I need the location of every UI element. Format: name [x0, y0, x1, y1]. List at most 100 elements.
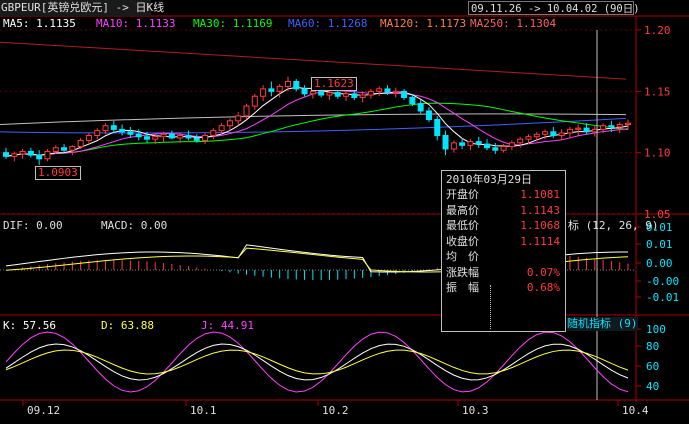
candle-body: [508, 142, 515, 148]
candle-body: [235, 115, 242, 122]
candle-body: [135, 133, 142, 138]
candle-body: [625, 122, 631, 125]
candle-body: [276, 85, 283, 92]
info-value: 1.1143: [520, 203, 560, 217]
candle-body: [69, 146, 76, 151]
info-key: 最高价: [446, 203, 479, 217]
kdj-legend-item-2: J: 44.91: [201, 319, 254, 332]
candle-body: [160, 133, 167, 138]
candle-body: [500, 146, 507, 151]
candle-body: [260, 88, 267, 97]
candle-body: [367, 90, 374, 96]
ma-legend-item-5: MA250: 1.1304: [470, 17, 557, 30]
info-row: 最低价 1.1068: [446, 219, 564, 233]
candle-body: [284, 81, 291, 87]
candle-body: [425, 110, 432, 121]
candle-body: [326, 92, 333, 96]
candle-body: [517, 138, 524, 144]
candle-body: [102, 125, 109, 132]
candle-body: [301, 88, 308, 95]
kdj-tick-label: 100: [646, 323, 666, 336]
info-key: 收盘价: [446, 234, 479, 248]
candle-body: [542, 131, 549, 135]
candle-body: [575, 127, 582, 130]
candle-body: [351, 93, 358, 98]
k-line: [5, 343, 629, 381]
price-tick-label: 1.20: [644, 24, 671, 37]
info-row: 振 幅 0.68%: [446, 281, 564, 295]
ma-legend-item-4: MA120: 1.1173: [380, 17, 467, 30]
candle-body: [11, 153, 18, 157]
candle-body: [533, 133, 540, 138]
candle-body: [334, 92, 341, 97]
candle-body: [36, 154, 43, 160]
chart-canvas[interactable]: 1.20 1.15 1.10 1.05 0.01 0.01 0.00 -0.00 -0.01 10…: [0, 0, 689, 421]
macd-tick-label: 0.01: [646, 238, 673, 251]
x-tick-label: 10.2: [322, 404, 349, 417]
kdj-legend-item-0: K: 57.56: [3, 319, 56, 332]
kdj-indicator-tag[interactable]: 随机指标 (9): [567, 317, 638, 331]
candle-body: [202, 134, 209, 141]
candle-body: [77, 139, 84, 148]
candle-body: [152, 136, 159, 140]
info-value: 1.1081: [520, 188, 560, 201]
stock-chart-svg[interactable]: 1.201.151.101.050.010.010.00-0.00-0.0110…: [0, 0, 689, 421]
x-tick-label: 10.3: [462, 404, 489, 417]
candle-body: [484, 143, 491, 149]
candle-body: [459, 142, 466, 146]
info-row: 均 价: [446, 250, 564, 264]
kdj-tick-label: 40: [646, 380, 659, 393]
macd-tick-label: 0.00: [646, 257, 673, 270]
info-value: 1.1068: [520, 219, 560, 232]
candle-body: [467, 141, 474, 146]
macd-tick-label: -0.00: [646, 275, 679, 288]
macd-legend-item-0: DIF: 0.00: [3, 219, 63, 232]
candle-body: [3, 152, 9, 157]
kdj-legend-item-1: D: 63.88: [101, 319, 154, 332]
info-row: 最高价 1.1143: [446, 204, 564, 218]
ma-legend-item-1: MA10: 1.1133: [96, 17, 176, 30]
candle-body: [442, 134, 449, 150]
ma-legend-item-0: MA5: 1.1135: [3, 17, 76, 30]
candle-body: [392, 90, 399, 94]
info-key: 振 幅: [446, 281, 479, 294]
info-row: 收盘价 1.1114: [446, 235, 564, 249]
info-value: 0.68%: [526, 281, 560, 294]
info-key: 均 价: [446, 250, 479, 263]
candle-body: [343, 93, 350, 97]
candle-body: [143, 136, 150, 140]
info-key: 最低价: [446, 219, 479, 232]
info-value: 1.1114: [520, 234, 560, 248]
candle-body: [525, 136, 532, 140]
candle-body: [359, 94, 366, 98]
date-range[interactable]: 09.11.26 -> 10.04.02 (90日): [468, 1, 640, 15]
price-tick-label: 1.15: [644, 85, 671, 98]
candle-body: [376, 88, 383, 92]
candle-body: [434, 119, 441, 136]
kdj-tick-label: 80: [646, 340, 659, 353]
candle-body: [450, 142, 457, 150]
candle-body: [19, 150, 26, 155]
candle-body: [384, 88, 391, 94]
candle-body: [193, 137, 200, 141]
macd-params: 标 (12, 26, 9): [568, 219, 659, 232]
candle-body: [168, 133, 175, 139]
candle-body: [550, 131, 557, 136]
low-price-label: 1.0903: [35, 166, 81, 180]
candle-body: [401, 90, 408, 98]
info-row: 开盘价 1.1081: [446, 188, 564, 202]
candle-body: [608, 125, 615, 128]
candle-body: [218, 125, 225, 132]
candle-body: [243, 105, 250, 117]
candle-body: [475, 141, 482, 145]
ma-legend-item-3: MA60: 1.1268: [288, 17, 368, 30]
candle-body: [119, 128, 126, 133]
candle-body: [52, 147, 59, 152]
candle-body: [44, 150, 51, 160]
candle-body: [268, 88, 275, 92]
info-divider: [490, 285, 491, 329]
macd-tick-label: -0.01: [646, 291, 679, 304]
candle-body: [566, 128, 573, 134]
candle-body: [318, 90, 325, 96]
candle-body: [409, 96, 416, 105]
